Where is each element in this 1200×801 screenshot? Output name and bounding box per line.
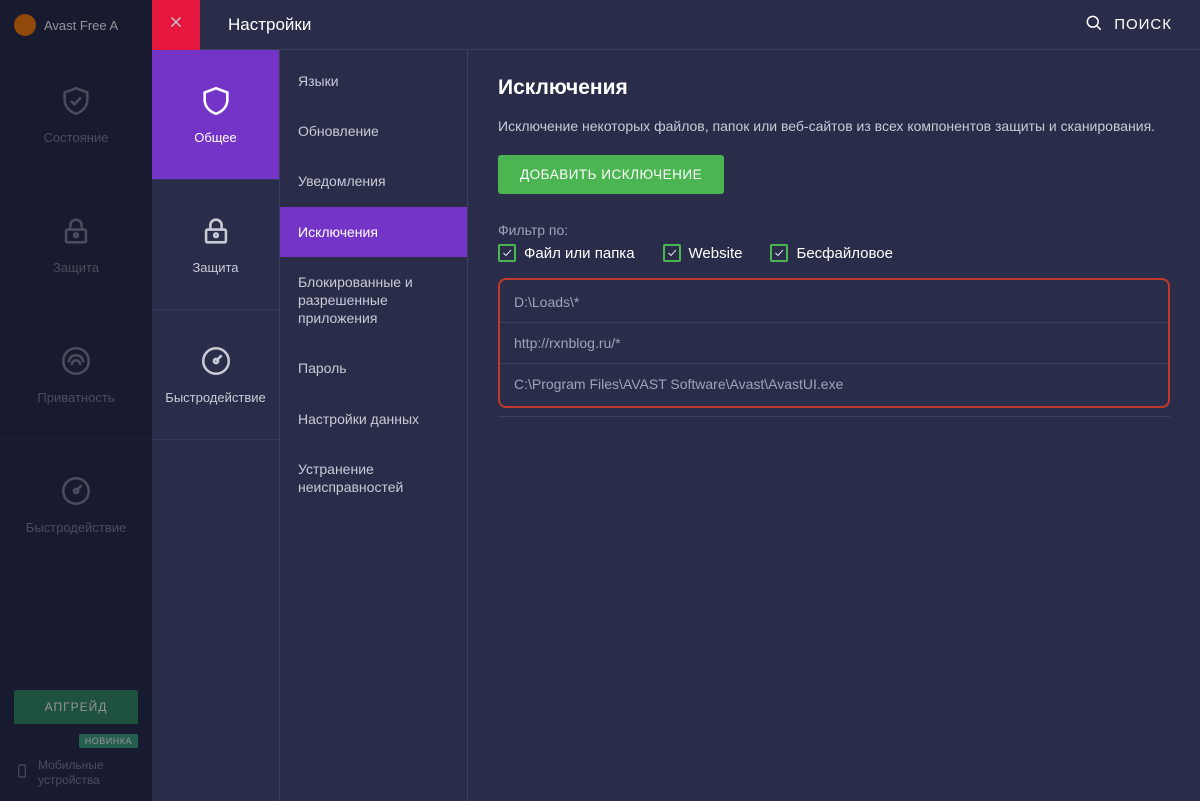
search-button[interactable]: ПОИСК [1084,13,1172,37]
category-performance[interactable]: Быстродействие [152,310,279,440]
checkbox-icon [663,244,681,262]
search-icon [1084,13,1104,37]
avast-logo-icon [14,14,36,36]
mobile-devices-link[interactable]: Мобильные устройства [14,758,138,787]
settings-categories: Общее Защита Быстродействие [152,50,280,801]
filter-chips: Файл или папка Website Бесфайловое [498,244,1170,262]
filter-website[interactable]: Website [663,244,743,262]
category-general[interactable]: Общее [152,50,279,180]
chip-label: Бесфайловое [796,245,893,262]
sub-blocked-apps[interactable]: Блокированные и разрешенные приложения [280,257,467,344]
sub-troubleshoot[interactable]: Устранение неисправностей [280,444,467,512]
brand-label: Avast Free A [44,18,118,33]
settings-topbar: Настройки ПОИСК [152,0,1200,50]
settings-title: Настройки [228,15,1084,35]
list-divider [498,416,1170,417]
sub-languages[interactable]: Языки [280,56,467,106]
close-button[interactable] [152,0,200,50]
nav-performance[interactable]: Быстродействие [0,440,152,570]
settings-subsections: Языки Обновление Уведомления Исключения … [280,50,468,801]
nav-label: Состояние [44,130,109,145]
exception-list: D:\Loads\* http://rxnblog.ru/* C:\Progra… [498,278,1170,408]
sub-exceptions[interactable]: Исключения [280,207,467,257]
page-description: Исключение некоторых файлов, папок или в… [498,116,1170,137]
mobile-label: Мобильные устройства [38,758,138,787]
sub-password[interactable]: Пароль [280,343,467,393]
chip-label: Website [689,245,743,262]
nav-protection[interactable]: Защита [0,180,152,310]
lock-icon [199,214,233,248]
sub-notifications[interactable]: Уведомления [280,156,467,206]
brand: Avast Free A [0,0,152,50]
nav-status[interactable]: Состояние [0,50,152,180]
page-title: Исключения [498,76,1170,100]
sub-data-settings[interactable]: Настройки данных [280,394,467,444]
exception-row[interactable]: D:\Loads\* [500,282,1168,323]
fingerprint-icon [59,344,93,378]
checkbox-icon [498,244,516,262]
exceptions-panel: Исключения Исключение некоторых файлов, … [468,50,1200,801]
filter-fileless[interactable]: Бесфайловое [770,244,893,262]
search-label: ПОИСК [1114,16,1172,33]
category-label: Быстродействие [165,390,265,405]
nav-label: Приватность [37,390,114,405]
category-protection[interactable]: Защита [152,180,279,310]
upgrade-button[interactable]: АПГРЕЙД [14,690,138,724]
settings-panel: Настройки ПОИСК Общее [152,0,1200,801]
exception-row[interactable]: http://rxnblog.ru/* [500,323,1168,364]
add-exception-button[interactable]: ДОБАВИТЬ ИСКЛЮЧЕНИЕ [498,155,724,194]
nav-label: Быстродействие [26,520,126,535]
nav-label: Защита [53,260,99,275]
gauge-icon [59,474,93,508]
close-icon [167,13,185,36]
filter-file-folder[interactable]: Файл или папка [498,244,635,262]
lock-icon [59,214,93,248]
phone-icon [14,763,30,782]
nav-privacy[interactable]: Приватность [0,310,152,440]
gauge-icon [199,344,233,378]
shield-check-icon [59,84,93,118]
shield-icon [199,84,233,118]
new-badge: НОВИНКА [79,734,138,748]
sub-update[interactable]: Обновление [280,106,467,156]
main-nav: Avast Free A Состояние Защита Приватност… [0,0,152,801]
exception-row[interactable]: C:\Program Files\AVAST Software\Avast\Av… [500,364,1168,404]
filter-label: Фильтр по: [498,222,1170,238]
category-label: Общее [194,130,237,145]
category-label: Защита [192,260,238,275]
chip-label: Файл или папка [524,245,635,262]
checkbox-icon [770,244,788,262]
